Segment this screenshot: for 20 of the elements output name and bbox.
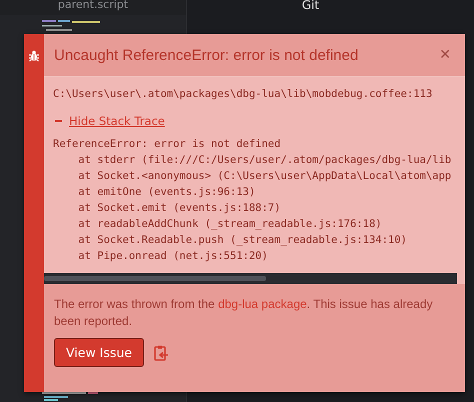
close-button[interactable]: ✕ [439, 47, 451, 63]
stack-line: at Pipe.onread (net.js:551:20) [77, 249, 268, 264]
bug-icon [28, 50, 40, 62]
error-title: Uncaught ReferenceError: error is not defined [54, 46, 358, 64]
stack-line: ReferenceError: error is not defined [53, 137, 281, 152]
error-message: The error was thrown from the dbg-lua package. This issue has already been reported. [54, 296, 434, 330]
stack-line: at emitOne (events.js:96:13) [77, 185, 256, 200]
stack-line: at Socket.Readable.push (_stream_readable.js:134:10) [77, 233, 408, 248]
stack-line: at readableAddChunk (_stream_readable.js:176:18) [77, 217, 382, 232]
view-issue-button[interactable]: View Issue [54, 338, 144, 367]
git-tab[interactable]: Git [302, 0, 320, 15]
minimap-drawing [42, 392, 98, 401]
scroll-thumb[interactable] [44, 276, 266, 281]
stack-line: at Socket.emit (events.js:188:7) [77, 201, 281, 216]
stack-line: at stderr (file:///C:/Users/user/.atom/packages/dbg-lua/lib [77, 153, 452, 168]
clipboard-icon[interactable] [154, 344, 168, 360]
stack-line: at Socket.<anonymous> (C:\Users\user\AppData\Local\atom\app [77, 169, 452, 184]
error-location: C:\Users\user\.atom\packages\dbg-lua\lib\mobdebug.coffee:113 [53, 88, 432, 100]
minimap-drawing [42, 20, 100, 31]
hide-stack-trace-link[interactable]: Hide Stack Trace [55, 114, 165, 128]
